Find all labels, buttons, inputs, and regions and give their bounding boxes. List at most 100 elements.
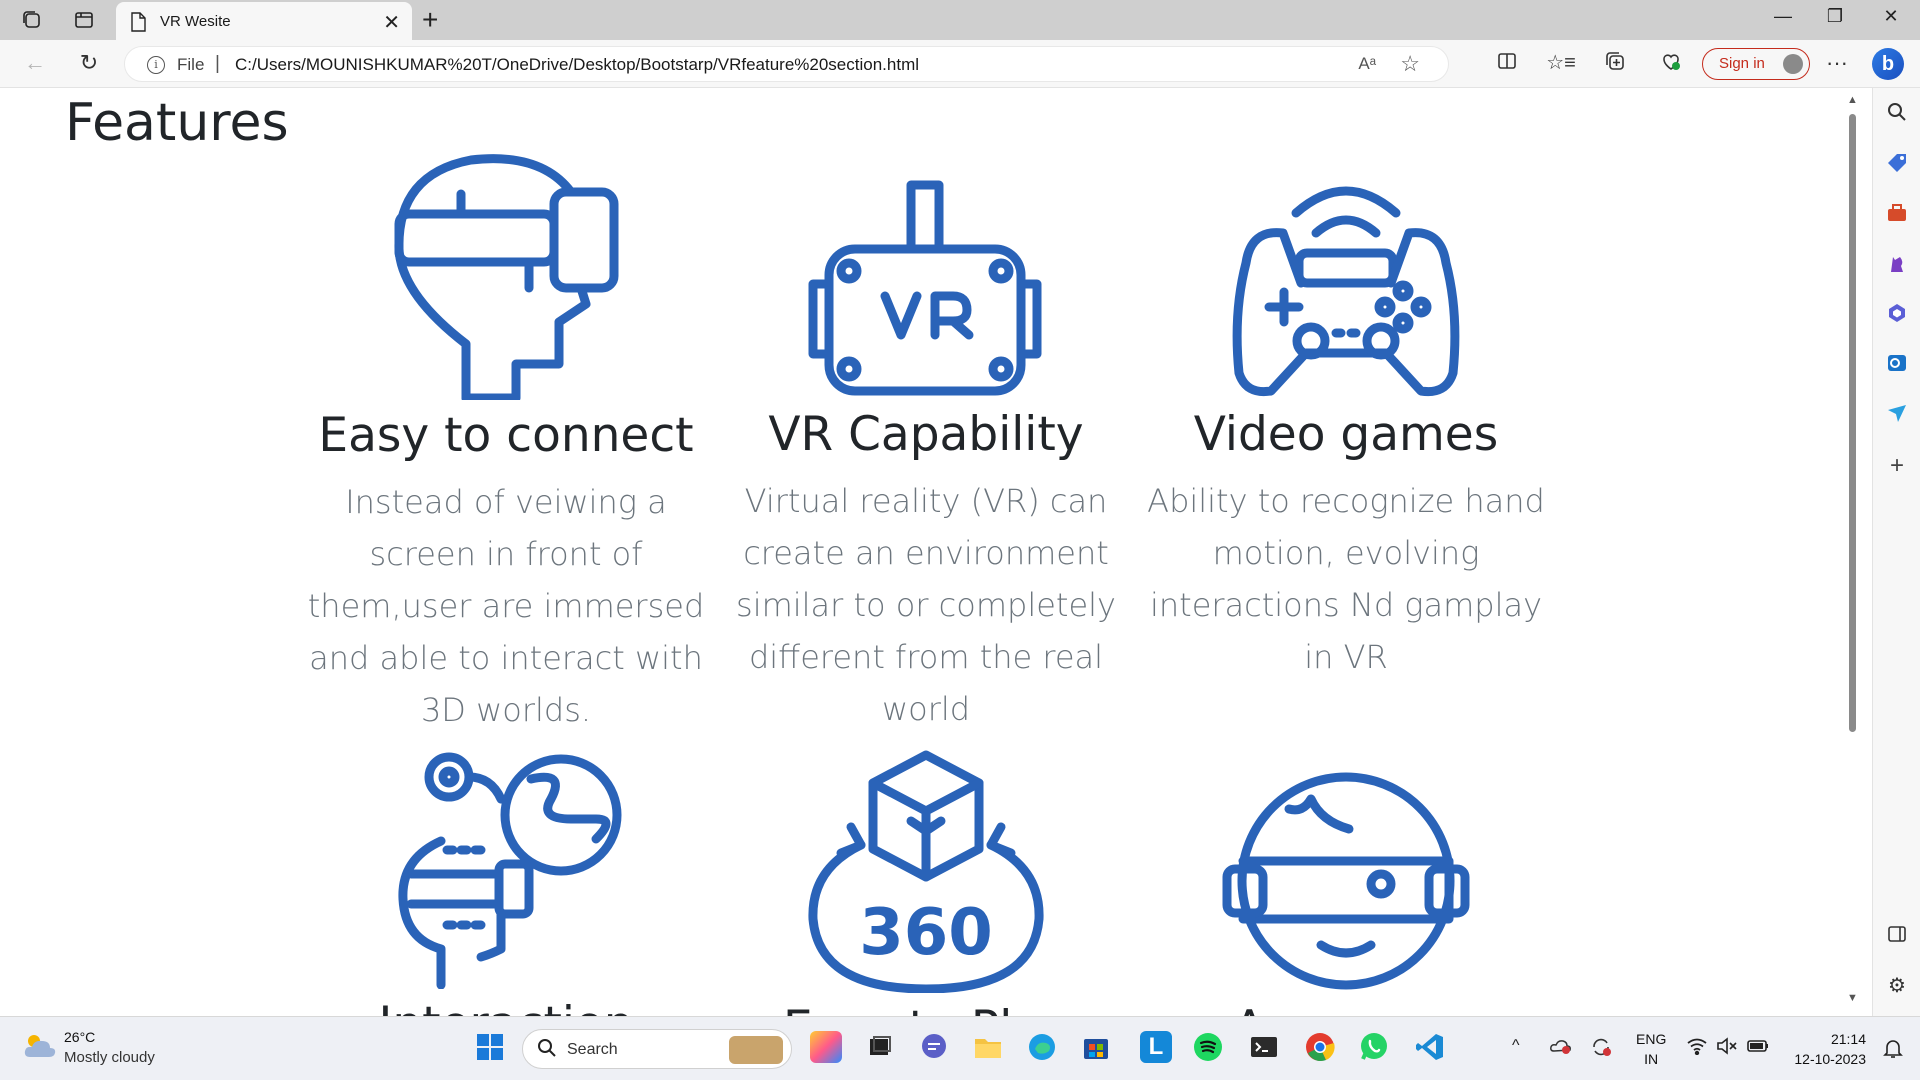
tab-vr-website[interactable]: VR Wesite ✕ [116,2,412,40]
feature-description: Instead of veiwing a screen in front of … [307,483,705,729]
clock-time: 21:14 [1830,1031,1866,1047]
outlook-icon[interactable] [1883,352,1911,380]
copilot-preview-icon[interactable] [810,1031,842,1063]
new-tab-button[interactable]: + [422,4,438,36]
read-aloud-icon[interactable]: Aᵃ [1358,54,1376,74]
feature-title: VR Capability [768,407,1084,462]
weather-description[interactable]: Mostly cloudy [64,1049,155,1066]
sign-in-button[interactable]: Sign in [1702,48,1810,80]
terminal-icon[interactable] [1248,1031,1280,1063]
search-highlight-icon [729,1036,783,1064]
microsoft-store-icon[interactable] [1080,1031,1112,1063]
notifications-icon[interactable] [1882,1037,1904,1064]
scroll-up-icon[interactable]: ▲ [1847,94,1858,106]
restore-button[interactable]: ❐ [1820,6,1850,27]
url-separator: | [215,53,220,74]
taskbar-search[interactable]: Search [522,1029,792,1069]
language-code: ENG [1636,1031,1667,1047]
add-icon[interactable]: + [1883,452,1911,480]
region-code: IN [1644,1051,1659,1067]
gamepad-icon [1232,186,1460,397]
tab-actions-icon[interactable] [72,8,96,32]
feature-title: Easy to connect [318,408,694,463]
interaction-head-icon [398,752,622,989]
info-icon[interactable]: i [147,56,165,74]
sync-icon[interactable] [1590,1037,1612,1062]
taskbar: 26°C Mostly cloudy Search L ^ ENG IN 21:… [0,1016,1920,1080]
feature-title: Easy to Play [716,999,1136,1016]
feature-card-interaction: Interaction [296,749,716,1016]
close-window-button[interactable]: ✕ [1876,6,1906,27]
whatsapp-icon[interactable] [1358,1031,1390,1063]
file-explorer-icon[interactable] [972,1031,1004,1063]
edge-sidebar: + ⚙ [1872,88,1920,1016]
wifi-icon[interactable] [1686,1037,1708,1060]
split-screen-icon[interactable] [1492,50,1522,78]
refresh-icon[interactable]: ↻ [74,50,104,76]
page-title: Features [65,93,289,153]
teams-chat-icon[interactable] [918,1031,950,1063]
feature-card-easy-to-connect: Easy to connect Instead of veiwing a scr… [296,154,716,736]
scrollbar-thumb[interactable] [1849,114,1856,732]
tab-title: VR Wesite [160,13,231,30]
search-label: Search [567,1041,618,1058]
onedrive-error-icon[interactable] [1550,1037,1572,1060]
games-icon[interactable] [1883,252,1911,280]
volume-muted-icon[interactable] [1716,1037,1738,1060]
feature-title: Video games [1193,407,1499,462]
url-text[interactable]: C:/Users/MOUNISHKUMAR%20T/OneDrive/Deskt… [235,55,919,75]
hide-sidebar-icon[interactable] [1883,924,1911,952]
bing-copilot-icon[interactable]: b [1872,48,1904,80]
vr-goggles-icon [808,180,1042,396]
microsoft-365-icon[interactable] [1883,302,1911,330]
battery-icon[interactable] [1746,1037,1770,1060]
feature-card-video-games: Video games Ability to recognize hand mo… [1136,173,1556,683]
title-bar: VR Wesite ✕ + — ❐ ✕ [0,0,1920,40]
feature-title: Interaction [296,995,716,1016]
vr-face-icon [1222,772,1470,990]
minimize-button[interactable]: — [1768,6,1798,27]
l-app-icon[interactable]: L [1140,1031,1172,1063]
360-label: 360 [859,896,993,970]
shopping-tag-icon[interactable] [1883,152,1911,180]
collections-icon[interactable] [1600,50,1630,78]
feature-title: Awesome [1136,999,1556,1016]
browser-essentials-icon[interactable] [1656,50,1686,78]
settings-gear-icon[interactable]: ⚙ [1883,972,1911,1000]
weather-temperature[interactable]: 26°C [64,1029,95,1045]
document-icon [130,12,146,37]
feature-card-easy-to-play: 360 Easy to Play [716,749,1136,1016]
sign-in-label: Sign in [1719,55,1765,72]
favorite-star-icon[interactable]: ☆ [1400,51,1420,77]
workspaces-icon[interactable] [20,8,44,32]
language-indicator[interactable]: ENG IN [1636,1029,1666,1069]
address-bar[interactable]: i File | C:/Users/MOUNISHKUMAR%20T/OneDr… [124,46,1449,82]
feature-card-vr-capability: VR Capability Virtual reality (VR) can c… [716,179,1136,735]
search-icon[interactable] [1883,102,1911,130]
task-view-icon[interactable] [864,1031,896,1063]
search-icon [537,1038,557,1064]
favorites-icon[interactable]: ☆≡ [1546,50,1576,75]
show-hidden-icons-icon[interactable]: ^ [1512,1037,1520,1055]
chrome-icon[interactable] [1304,1031,1336,1063]
close-tab-icon[interactable]: ✕ [383,10,400,35]
feature-description: Virtual reality (VR) can create an envir… [736,482,1116,728]
back-icon[interactable]: ← [20,50,50,76]
weather-cloud-icon[interactable] [22,1031,58,1061]
feature-card-awesome: Awesome [1136,749,1556,1016]
vscode-icon[interactable] [1414,1031,1446,1063]
url-scheme: File [177,55,205,74]
send-icon[interactable] [1883,402,1911,430]
edge-browser-icon[interactable] [1026,1031,1058,1063]
tools-icon[interactable] [1883,202,1911,230]
vertical-scrollbar[interactable]: ▲ ▼ [1844,92,1860,1014]
clock-date: 12-10-2023 [1794,1051,1866,1067]
more-options-icon[interactable]: ··· [1826,50,1848,76]
spotify-icon[interactable] [1192,1031,1224,1063]
scroll-down-icon[interactable]: ▼ [1847,992,1858,1004]
windows-start-icon[interactable] [474,1031,506,1063]
navigation-bar: ← ↻ i File | C:/Users/MOUNISHKUMAR%20T/O… [0,40,1920,88]
system-clock[interactable]: 21:14 12-10-2023 [1786,1029,1866,1069]
360-cube-icon: 360 [808,750,1044,993]
vr-headset-head-icon [394,154,619,400]
